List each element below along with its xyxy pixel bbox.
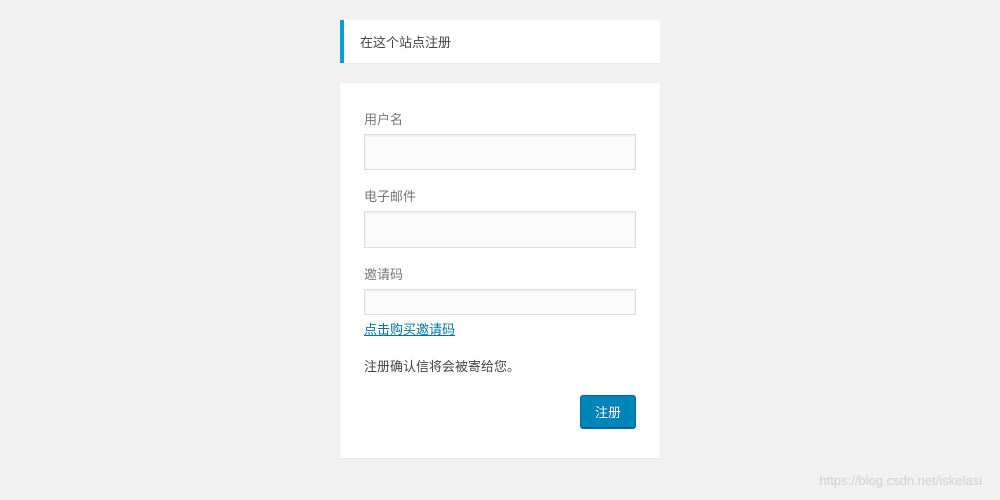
username-label: 用户名 [364, 109, 636, 128]
invite-group: 邀请码 点击购买邀请码 [364, 264, 636, 338]
confirm-text: 注册确认信将会被寄给您。 [364, 356, 636, 375]
submit-row: 注册 [364, 395, 636, 428]
register-notice: 在这个站点注册 [340, 20, 660, 63]
email-label: 电子邮件 [364, 186, 636, 205]
email-group: 电子邮件 [364, 186, 636, 247]
email-input[interactable] [364, 211, 636, 247]
username-input[interactable] [364, 134, 636, 170]
invite-input[interactable] [364, 289, 636, 315]
watermark-text: https://blog.csdn.net/iskelasi [819, 473, 982, 488]
register-button[interactable]: 注册 [580, 395, 636, 428]
register-form: 用户名 电子邮件 邀请码 点击购买邀请码 注册确认信将会被寄给您。 注册 [340, 83, 660, 458]
username-group: 用户名 [364, 109, 636, 170]
notice-text: 在这个站点注册 [360, 35, 451, 50]
buy-invite-link[interactable]: 点击购买邀请码 [364, 319, 455, 338]
invite-label: 邀请码 [364, 264, 636, 283]
register-container: 在这个站点注册 用户名 电子邮件 邀请码 点击购买邀请码 注册确认信将会被寄给您… [340, 0, 660, 458]
